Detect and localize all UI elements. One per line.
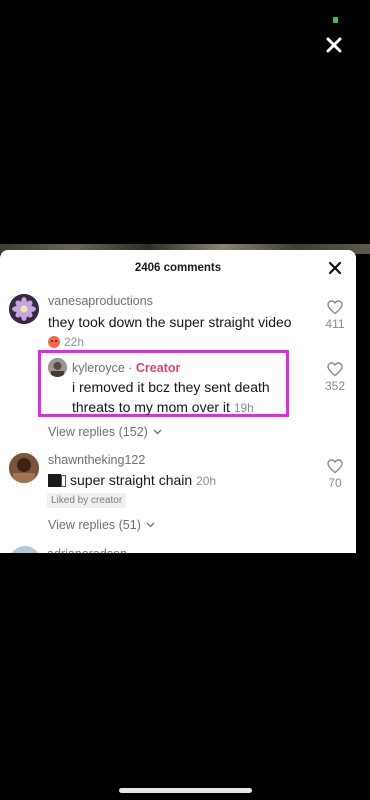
chevron-down-icon bbox=[146, 522, 155, 528]
heart-icon bbox=[327, 362, 343, 377]
heart-icon bbox=[327, 300, 343, 315]
comments-header: 2406 comments bbox=[0, 250, 356, 288]
chevron-down-icon bbox=[153, 429, 162, 435]
avatar[interactable] bbox=[9, 294, 39, 324]
like-button[interactable]: 70 bbox=[321, 459, 349, 490]
black-square-icon bbox=[48, 474, 61, 487]
image-viewer: 2406 comments vanesaproductions they too… bbox=[0, 0, 370, 800]
view-replies-label: View replies (152) bbox=[48, 425, 148, 439]
flower-icon bbox=[9, 294, 39, 324]
reply-time: 19h bbox=[233, 401, 254, 415]
heart-icon bbox=[327, 459, 343, 474]
comment-meta: 22h bbox=[48, 331, 84, 352]
comment-username[interactable]: adrianeradson bbox=[47, 547, 127, 553]
status-indicator bbox=[333, 17, 338, 23]
creator-badge: Creator bbox=[135, 361, 181, 375]
emoji-icon bbox=[48, 336, 60, 348]
close-icon bbox=[326, 37, 342, 53]
comment-body: super straight chain bbox=[70, 472, 193, 488]
profile-photo-icon bbox=[9, 453, 39, 483]
close-comments-button[interactable] bbox=[328, 261, 342, 275]
like-count: 70 bbox=[328, 476, 342, 490]
comments-sheet: 2406 comments vanesaproductions they too… bbox=[0, 250, 356, 553]
comment-time: 20h bbox=[196, 474, 217, 488]
close-viewer-button[interactable] bbox=[324, 35, 344, 55]
missing-glyph-icon bbox=[61, 475, 66, 487]
comment-time: 22h bbox=[64, 335, 85, 349]
avatar[interactable] bbox=[48, 358, 67, 377]
comment-username[interactable]: shawntheking122 bbox=[48, 453, 145, 467]
home-indicator[interactable] bbox=[119, 788, 252, 793]
like-count: 411 bbox=[325, 317, 345, 331]
view-replies-label: View replies (51) bbox=[48, 518, 141, 532]
reply-username-line: kyleroyce · Creator bbox=[72, 361, 180, 375]
view-replies-button[interactable]: View replies (51) bbox=[48, 518, 155, 532]
reply-text: i removed it bcz they sent death threats… bbox=[72, 377, 284, 418]
view-replies-button[interactable]: View replies (152) bbox=[48, 425, 162, 439]
comment-text: super straight chain 20h bbox=[48, 470, 308, 491]
avatar[interactable] bbox=[9, 453, 39, 483]
comment-body: they took down the super straight video bbox=[48, 314, 292, 330]
separator: · bbox=[124, 361, 136, 375]
reply-username[interactable]: kyleroyce bbox=[72, 361, 125, 375]
liked-by-creator-badge: Liked by creator bbox=[47, 493, 127, 508]
like-button[interactable]: 352 bbox=[321, 362, 349, 393]
profile-photo-icon bbox=[48, 358, 67, 377]
comment-text: they took down the super straight video bbox=[48, 312, 318, 332]
like-button[interactable]: 411 bbox=[321, 300, 349, 331]
close-icon bbox=[328, 261, 342, 275]
avatar[interactable] bbox=[9, 546, 41, 553]
comment-count: 2406 comments bbox=[134, 262, 222, 274]
like-count: 352 bbox=[324, 379, 346, 393]
comment-username[interactable]: vanesaproductions bbox=[48, 294, 153, 308]
